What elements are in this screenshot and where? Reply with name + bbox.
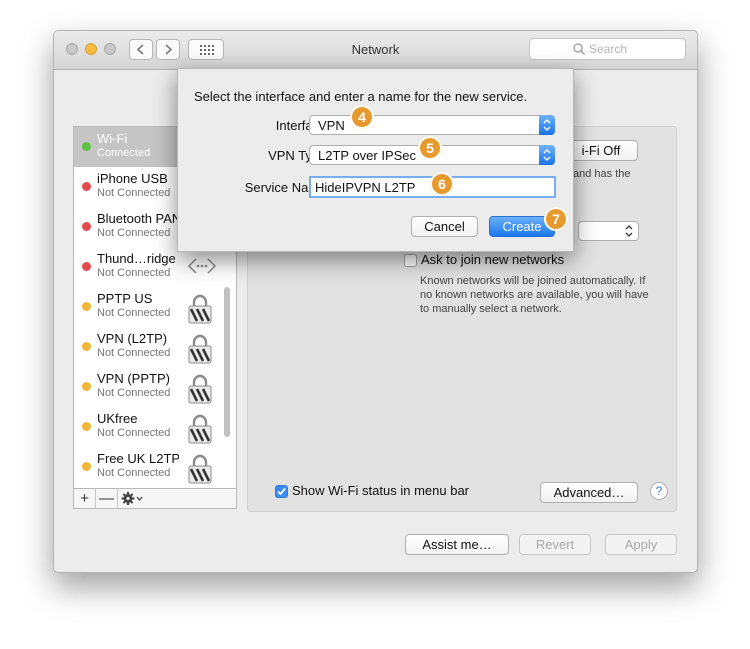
status-dot	[82, 462, 91, 471]
advanced-button[interactable]: Advanced…	[540, 482, 638, 503]
status-dot	[82, 302, 91, 311]
service-item-vpn-l2tp[interactable]: VPN (L2TP) Not Connected	[74, 327, 236, 367]
status-dot	[82, 342, 91, 351]
service-name-value: HideIPVPN L2TP	[315, 180, 416, 195]
popup-arrow	[539, 145, 555, 165]
vpn-lock-icon	[188, 414, 212, 444]
status-dot	[82, 382, 91, 391]
service-name: Thund…ridge	[97, 251, 176, 266]
service-item-thunderbolt-bridge[interactable]: Thund…ridge Not Connected	[74, 247, 236, 287]
assist-me-button[interactable]: Assist me…	[405, 534, 509, 555]
show-wifi-status-checkbox[interactable]	[275, 485, 288, 498]
service-item-ukfree[interactable]: UKfree Not Connected	[74, 407, 236, 447]
search-field[interactable]: Search	[529, 38, 686, 60]
service-status: Not Connected	[97, 467, 171, 479]
help-button[interactable]: ?	[650, 482, 668, 500]
service-list-toolbar: + —	[73, 488, 237, 509]
updown-arrows-icon	[543, 149, 551, 161]
step-5-badge: 5	[418, 136, 442, 160]
step-7-badge: 7	[544, 207, 568, 231]
sidebar-scrollbar[interactable]	[224, 287, 230, 437]
updown-arrows-icon	[625, 225, 633, 237]
checkmark-icon	[277, 487, 286, 496]
service-name: PPTP US	[97, 291, 153, 306]
vpn-lock-icon	[188, 374, 212, 404]
search-icon	[573, 43, 585, 55]
service-item-vpn-pptp[interactable]: VPN (PPTP) Not Connected	[74, 367, 236, 407]
vpn-lock-icon	[188, 294, 212, 324]
gear-icon	[121, 492, 143, 505]
search-placeholder: Search	[589, 42, 628, 56]
network-name-popup[interactable]	[578, 221, 639, 241]
popup-arrow	[539, 115, 555, 135]
dialog-title: Select the interface and enter a name fo…	[194, 89, 528, 104]
interface-value: VPN	[318, 118, 345, 133]
interface-popup[interactable]: VPN	[309, 115, 555, 135]
step-4-badge: 4	[350, 105, 374, 129]
status-description: and has the	[573, 168, 631, 180]
service-status: Not Connected	[97, 187, 171, 199]
apply-button[interactable]: Apply	[605, 534, 677, 555]
ask-join-help-1: Known networks will be joined automatica…	[420, 275, 646, 287]
service-name: VPN (L2TP)	[97, 331, 168, 346]
status-dot	[82, 262, 91, 271]
turn-wifi-off-button[interactable]: i-Fi Off	[564, 140, 638, 161]
show-wifi-status-label: Show Wi-Fi status in menu bar	[292, 483, 470, 498]
new-service-dialog: Select the interface and enter a name fo…	[177, 68, 574, 252]
service-status: Not Connected	[97, 307, 171, 319]
status-dot	[82, 142, 91, 151]
revert-button[interactable]: Revert	[519, 534, 591, 555]
vpn-lock-icon	[188, 334, 212, 364]
service-name: UKfree	[97, 411, 138, 426]
ethernet-icon	[187, 258, 217, 274]
service-status: Not Connected	[97, 227, 171, 239]
ask-join-checkbox[interactable]	[404, 254, 417, 267]
ask-join-help-2: no known networks are available, you wil…	[420, 289, 649, 301]
service-item-pptp-us[interactable]: PPTP US Not Connected	[74, 287, 236, 327]
vpn-lock-icon	[188, 454, 212, 484]
remove-service-button[interactable]: —	[96, 489, 118, 508]
status-dot	[82, 422, 91, 431]
service-name: Wi-Fi	[97, 131, 128, 146]
ask-join-help-3: to manually select a network.	[420, 303, 562, 315]
vpn-type-value: L2TP over IPSec	[318, 148, 417, 163]
action-menu-button[interactable]	[118, 489, 148, 508]
service-status: Not Connected	[97, 347, 171, 359]
status-dot	[82, 222, 91, 231]
cancel-button[interactable]: Cancel	[411, 216, 478, 237]
service-name: Free UK L2TP	[97, 451, 179, 466]
status-dot	[82, 182, 91, 191]
title-bar: Network Search	[54, 31, 697, 70]
updown-arrows-icon	[543, 119, 551, 131]
step-6-badge: 6	[430, 172, 454, 196]
ask-join-label: Ask to join new networks	[421, 252, 565, 267]
service-status: Not Connected	[97, 427, 171, 439]
service-status: Not Connected	[97, 267, 171, 279]
service-name: VPN (PPTP)	[97, 371, 170, 386]
service-name: iPhone USB	[97, 171, 168, 186]
service-name: Bluetooth PAN	[97, 211, 179, 226]
service-status: Not Connected	[97, 387, 171, 399]
service-item-free-uk-l2tp[interactable]: Free UK L2TP Not Connected	[74, 447, 236, 487]
add-service-button[interactable]: +	[74, 489, 96, 508]
service-status: Connected	[97, 147, 151, 159]
